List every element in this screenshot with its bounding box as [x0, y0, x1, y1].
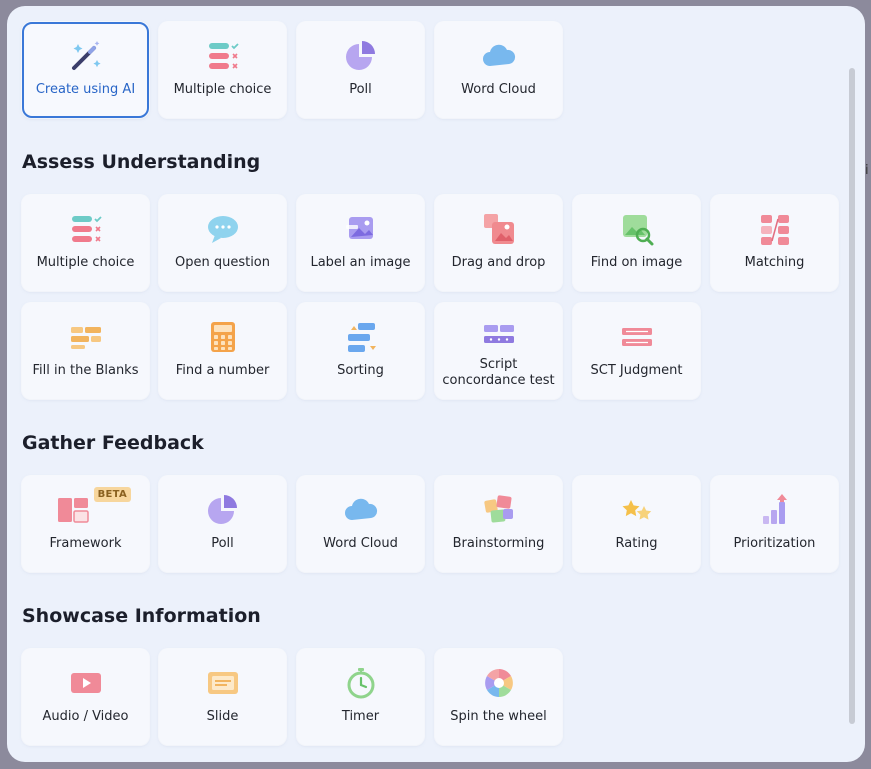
card-label: Matching [744, 255, 805, 270]
slide-card[interactable]: Slide [159, 649, 286, 745]
sorting-icon [343, 319, 379, 355]
prioritization-card[interactable]: Prioritization [711, 476, 838, 572]
magic-wand-icon [68, 38, 104, 74]
timer-card[interactable]: Timer [297, 649, 424, 745]
find-a-number-card[interactable]: Find a number [159, 303, 286, 399]
spin-wheel-icon [481, 665, 517, 701]
fill-blanks-icon [68, 319, 104, 355]
calculator-icon [205, 319, 241, 355]
card-label: Brainstorming [452, 536, 545, 551]
matching-icon [757, 211, 793, 247]
card-label: Poll [211, 536, 234, 551]
sct-judgment-icon [619, 319, 655, 355]
sct-judgment-card[interactable]: SCT Judgment [573, 303, 700, 399]
script-concordance-icon [481, 319, 517, 355]
matching-card[interactable]: Matching [711, 195, 838, 291]
card-label: Open question [174, 255, 271, 270]
word-cloud-card[interactable]: Word Cloud [435, 22, 562, 118]
audio-video-card[interactable]: Audio / Video [22, 649, 149, 745]
card-label: Poll [349, 82, 372, 97]
multiple-choice-card[interactable]: Multiple choice [22, 195, 149, 291]
drag-and-drop-card[interactable]: Drag and drop [435, 195, 562, 291]
cloud-icon [343, 492, 379, 528]
beta-badge: BETA [93, 487, 131, 502]
section-title-assess: Assess Understanding [22, 151, 261, 173]
pie-chart-icon [343, 38, 379, 74]
fill-in-the-blanks-card[interactable]: Fill in the Blanks [22, 303, 149, 399]
brainstorming-card[interactable]: Brainstorming [435, 476, 562, 572]
multiple-choice-card[interactable]: Multiple choice [159, 22, 286, 118]
card-label: Find a number [175, 363, 270, 378]
drag-drop-icon [481, 211, 517, 247]
card-label: Sorting [337, 363, 384, 378]
multiple-choice-icon [205, 38, 241, 74]
word-cloud-card[interactable]: Word Cloud [297, 476, 424, 572]
pie-chart-icon [205, 492, 241, 528]
label-an-image-card[interactable]: Label an image [297, 195, 424, 291]
section-title-showcase: Showcase Information [22, 605, 261, 627]
poll-card[interactable]: Poll [297, 22, 424, 118]
card-label: Timer [341, 709, 380, 724]
speech-bubble-icon [205, 211, 241, 247]
card-label: Prioritization [733, 536, 816, 551]
poll-card[interactable]: Poll [159, 476, 286, 572]
find-on-image-card[interactable]: Find on image [573, 195, 700, 291]
spin-the-wheel-card[interactable]: Spin the wheel [435, 649, 562, 745]
section-title-feedback: Gather Feedback [22, 432, 204, 454]
clipped-background-text: i [865, 163, 869, 178]
play-video-icon [68, 665, 104, 701]
rating-card[interactable]: Rating [573, 476, 700, 572]
label-image-icon [343, 211, 379, 247]
multiple-choice-icon [68, 211, 104, 247]
create-using-ai-card[interactable]: Create using AI [22, 22, 149, 118]
brainstorming-icon [481, 492, 517, 528]
card-label: Create using AI [35, 82, 136, 97]
scrollbar[interactable] [849, 68, 855, 724]
card-label: Slide [206, 709, 239, 724]
card-label: Label an image [310, 255, 411, 270]
star-rating-icon [619, 492, 655, 528]
card-label: Drag and drop [451, 255, 546, 270]
card-label: Word Cloud [323, 536, 398, 551]
activity-picker-modal: Create using AI Multiple choice Poll Wor… [7, 6, 865, 762]
card-label: Rating [615, 536, 658, 551]
card-label: Multiple choice [173, 82, 272, 97]
card-label: Spin the wheel [450, 709, 547, 724]
card-label: Multiple choice [36, 255, 135, 270]
card-label: SCT Judgment [590, 363, 683, 378]
stopwatch-icon [343, 665, 379, 701]
open-question-card[interactable]: Open question [159, 195, 286, 291]
find-on-image-icon [619, 211, 655, 247]
prioritization-icon [757, 492, 793, 528]
card-label: Word Cloud [461, 82, 536, 97]
card-label: Framework [49, 536, 122, 551]
framework-card[interactable]: BETA Framework [22, 476, 149, 572]
framework-icon [55, 492, 91, 528]
cloud-icon [481, 38, 517, 74]
script-concordance-test-card[interactable]: Script concordance test [435, 303, 562, 399]
card-label: Find on image [590, 255, 683, 270]
sorting-card[interactable]: Sorting [297, 303, 424, 399]
card-label: Script concordance test [442, 357, 555, 388]
card-label: Fill in the Blanks [32, 363, 139, 378]
card-label: Audio / Video [42, 709, 129, 724]
slide-icon [205, 665, 241, 701]
